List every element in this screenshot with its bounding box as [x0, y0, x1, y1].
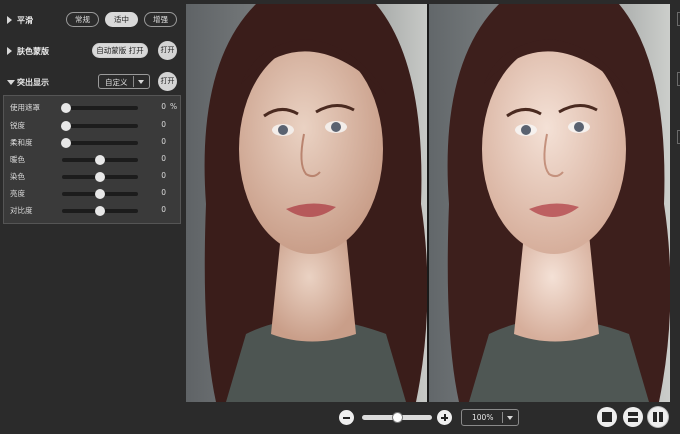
skin-mask-toggle-button[interactable]: 打开: [158, 41, 177, 60]
adjustment-slider[interactable]: [62, 172, 138, 182]
auto-mask-button[interactable]: 自动蒙版 打开: [92, 43, 148, 58]
portrait-retouched-image: [429, 4, 670, 402]
adjustment-slider[interactable]: [60, 103, 138, 113]
expand-arrow-icon[interactable]: [7, 47, 12, 55]
select-divider: [133, 76, 134, 87]
smoothing-title: 平滑: [17, 16, 33, 25]
split-horizontal-icon[interactable]: [623, 407, 643, 427]
slider-knob[interactable]: [60, 138, 71, 148]
slider-knob[interactable]: [60, 103, 71, 113]
adjustment-label: 柔和度: [10, 138, 33, 147]
skin-mask-title: 肤色蒙版: [17, 47, 49, 56]
adjustment-row-warmth: 暖色 0: [4, 151, 180, 167]
adjustment-value: 0: [161, 205, 166, 214]
adjustment-value: 0: [161, 120, 166, 129]
adjustment-value: 0: [161, 171, 166, 180]
split-line: [657, 412, 659, 422]
select-divider: [502, 412, 503, 423]
highlight-title: 突出显示: [17, 78, 49, 87]
chevron-down-icon[interactable]: [507, 416, 513, 420]
minus-glyph: [343, 416, 350, 419]
zoom-slider[interactable]: [362, 412, 432, 423]
adjustment-slider[interactable]: [62, 189, 138, 199]
slider-knob[interactable]: [95, 206, 105, 216]
adjustment-row-contrast: 对比度 0: [4, 202, 180, 218]
single-view-glyph: [602, 412, 612, 422]
highlight-toggle-button[interactable]: 打开: [158, 72, 177, 91]
chevron-down-icon[interactable]: [138, 80, 144, 84]
adjustment-row-sharpness: 锐度 0: [4, 117, 180, 133]
adjustment-row-mask: 使用遮罩 0 %: [4, 99, 180, 115]
after-photo[interactable]: [429, 4, 670, 402]
single-view-icon[interactable]: [597, 407, 617, 427]
adjustment-value: 0: [161, 188, 166, 197]
plus-circle-icon[interactable]: [437, 410, 452, 425]
smoothing-option-strong[interactable]: 增强: [144, 12, 177, 27]
adjustment-label: 对比度: [10, 206, 33, 215]
settings-panel: 平滑 常规 适中 增强 肤色蒙版 自动蒙版 打开 打开 突出显示 自定义 打开 …: [0, 0, 184, 434]
adjustment-slider[interactable]: [60, 121, 138, 131]
adjustment-label: 锐度: [10, 121, 25, 130]
adjustment-row-softness: 柔和度 0: [4, 134, 180, 150]
adjustment-value: 0: [161, 102, 166, 111]
smoothing-option-medium[interactable]: 适中: [105, 12, 138, 27]
bottom-toolbar: 100%: [186, 402, 680, 434]
slider-knob[interactable]: [60, 121, 71, 131]
adjustment-slider[interactable]: [62, 155, 138, 165]
highlight-preset-value: 自定义: [105, 78, 128, 87]
adjustment-slider[interactable]: [62, 206, 138, 216]
right-panel-edge: [672, 0, 680, 434]
zoom-level-select[interactable]: 100%: [461, 409, 519, 426]
adjustment-value: 0: [161, 137, 166, 146]
split-vertical-icon[interactable]: [648, 407, 668, 427]
adjustment-label: 暖色: [10, 155, 25, 164]
adjustment-value: 0: [161, 154, 166, 163]
highlight-preset-select[interactable]: 自定义: [98, 74, 150, 89]
adjustment-label: 使用遮罩: [10, 103, 40, 112]
adjustment-unit: %: [170, 102, 178, 111]
adjustment-slider[interactable]: [60, 138, 138, 148]
highlight-section-header[interactable]: 突出显示: [0, 72, 184, 92]
image-viewer[interactable]: [186, 4, 670, 402]
zoom-slider-knob[interactable]: [392, 412, 403, 423]
slider-knob[interactable]: [95, 189, 105, 199]
adjustment-label: 染色: [10, 172, 25, 181]
adjustment-row-brightness: 亮度 0: [4, 185, 180, 201]
slider-knob[interactable]: [95, 172, 105, 182]
smoothing-option-normal[interactable]: 常规: [66, 12, 99, 27]
slider-knob[interactable]: [95, 155, 105, 165]
collapse-arrow-icon[interactable]: [7, 80, 15, 85]
plus-glyph-v: [443, 414, 446, 421]
adjustment-panel: 使用遮罩 0 % 锐度 0 柔和度 0 暖色 0 染色 0 亮度 0 对比度 0: [3, 95, 181, 224]
zoom-level-value: 100%: [472, 413, 494, 422]
minus-circle-icon[interactable]: [339, 410, 354, 425]
adjustment-row-tint: 染色 0: [4, 168, 180, 184]
before-photo[interactable]: [186, 4, 427, 402]
expand-arrow-icon[interactable]: [7, 16, 12, 24]
adjustment-label: 亮度: [10, 189, 25, 198]
portrait-original-image: [186, 4, 427, 402]
split-line: [628, 416, 638, 418]
